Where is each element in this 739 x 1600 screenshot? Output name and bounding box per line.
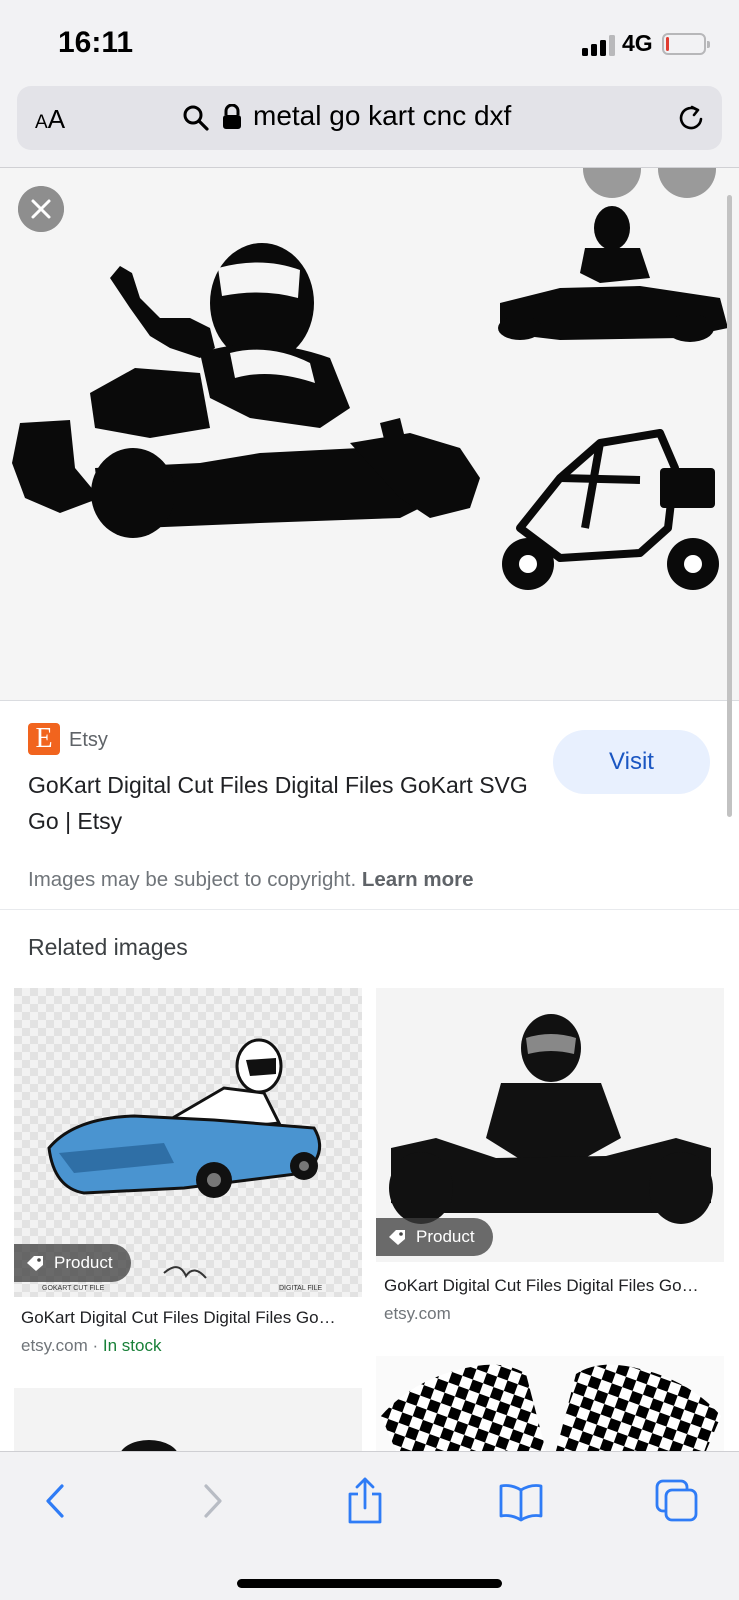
etsy-logo: E [28, 723, 60, 755]
gokart-preview-image [12, 206, 728, 590]
status-bar: 16:11 4G [0, 0, 739, 86]
close-button[interactable] [18, 186, 64, 232]
related-image-3[interactable] [14, 1388, 362, 1451]
home-indicator[interactable] [237, 1579, 502, 1588]
checkered-flags-image [381, 1364, 721, 1451]
share-icon[interactable] [340, 1476, 390, 1526]
tag-icon [389, 1230, 405, 1245]
learn-more-link[interactable]: Learn more [362, 868, 474, 891]
label-cut-file: GOKART CUT FILE [42, 1285, 105, 1292]
related-source-2: etsy.com [384, 1304, 451, 1323]
source-panel: E Etsy GoKart Digital Cut Files Digital … [0, 700, 739, 910]
battery-icon [662, 33, 710, 55]
signal-icon [582, 34, 616, 56]
network-type: 4G [622, 30, 653, 56]
scroll-indicator [727, 195, 732, 817]
related-title-2[interactable]: GoKart Digital Cut Files Digital Files G… [384, 1276, 699, 1296]
reload-icon[interactable] [675, 102, 707, 134]
back-icon[interactable] [32, 1476, 82, 1526]
label-formats: DIGITAL FILE [279, 1285, 323, 1292]
related-images-heading: Related images [28, 934, 188, 960]
search-icon [183, 105, 209, 131]
product-badge: Product [14, 1244, 131, 1282]
copyright-notice: Images may be subject to copyright. Lear… [28, 868, 474, 891]
browser-toolbar [0, 1451, 739, 1600]
text-size-button[interactable]: AA [35, 104, 65, 135]
lock-icon [223, 104, 241, 129]
in-stock-label: In stock [102, 1336, 162, 1355]
related-image-2[interactable]: Product [376, 988, 724, 1262]
result-title[interactable]: GoKart Digital Cut Files Digital Files G… [28, 767, 538, 839]
browser-header: AA metal go kart cnc dxf [0, 86, 739, 168]
gokart-thumbnail [121, 1440, 177, 1451]
product-badge: Product [376, 1218, 493, 1256]
related-source-1: etsy.com · In stock [21, 1336, 162, 1355]
bookmarks-icon[interactable] [496, 1476, 546, 1526]
related-image-1[interactable]: GOKART CUT FILE DIGITAL FILE Product [14, 988, 362, 1297]
image-preview[interactable] [0, 168, 739, 700]
url-query[interactable]: metal go kart cnc dxf [253, 100, 511, 132]
related-image-4[interactable] [376, 1356, 724, 1451]
forward-icon[interactable] [186, 1476, 236, 1526]
address-bar[interactable]: AA metal go kart cnc dxf [17, 86, 722, 150]
status-time: 16:11 [58, 26, 134, 59]
related-title-1[interactable]: GoKart Digital Cut Files Digital Files G… [21, 1308, 336, 1328]
source-site-name[interactable]: Etsy [69, 729, 108, 752]
tabs-icon[interactable] [652, 1476, 702, 1526]
tag-icon [27, 1256, 43, 1271]
visit-button[interactable]: Visit [553, 730, 710, 794]
